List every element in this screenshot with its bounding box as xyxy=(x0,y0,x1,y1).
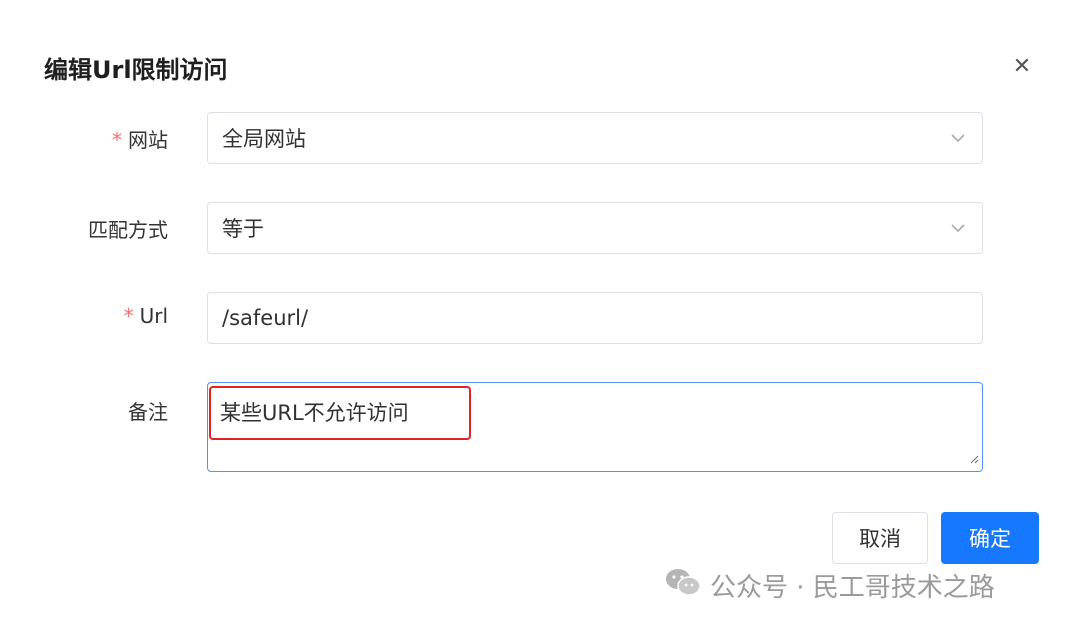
match-select[interactable]: 等于 xyxy=(207,202,983,254)
close-icon[interactable]: ✕ xyxy=(1008,52,1036,80)
resize-handle-icon[interactable] xyxy=(969,449,979,468)
watermark: 公众号 · 民工哥技术之路 xyxy=(664,566,995,605)
site-label-text: 网站 xyxy=(128,128,168,152)
site-select-value: 全局网站 xyxy=(222,127,306,151)
highlight-annotation-box xyxy=(209,386,471,440)
dialog-title: 编辑Url限制访问 xyxy=(44,56,228,84)
chevron-down-icon xyxy=(950,220,966,236)
required-mark: * xyxy=(112,128,122,152)
cancel-button[interactable]: 取消 xyxy=(832,512,928,564)
site-label: * 网站 xyxy=(112,124,168,153)
required-mark: * xyxy=(123,304,134,328)
url-input[interactable]: /safeurl/ xyxy=(207,292,983,344)
wechat-icon xyxy=(664,566,702,605)
chevron-down-icon xyxy=(950,130,966,146)
url-input-value: /safeurl/ xyxy=(222,306,309,330)
match-select-value: 等于 xyxy=(222,217,264,241)
watermark-text: 公众号 · 民工哥技术之路 xyxy=(710,573,995,603)
edit-url-restriction-dialog: 编辑Url限制访问 ✕ * 网站 全局网站 匹配方式 等于 * Url /safeu… xyxy=(0,0,1080,628)
url-label-text: Url xyxy=(139,304,168,328)
confirm-button[interactable]: 确定 xyxy=(941,512,1039,564)
url-label: * Url xyxy=(124,304,168,328)
remark-label: 备注 xyxy=(128,400,168,424)
site-select[interactable]: 全局网站 xyxy=(207,112,983,164)
match-label: 匹配方式 xyxy=(88,218,168,242)
